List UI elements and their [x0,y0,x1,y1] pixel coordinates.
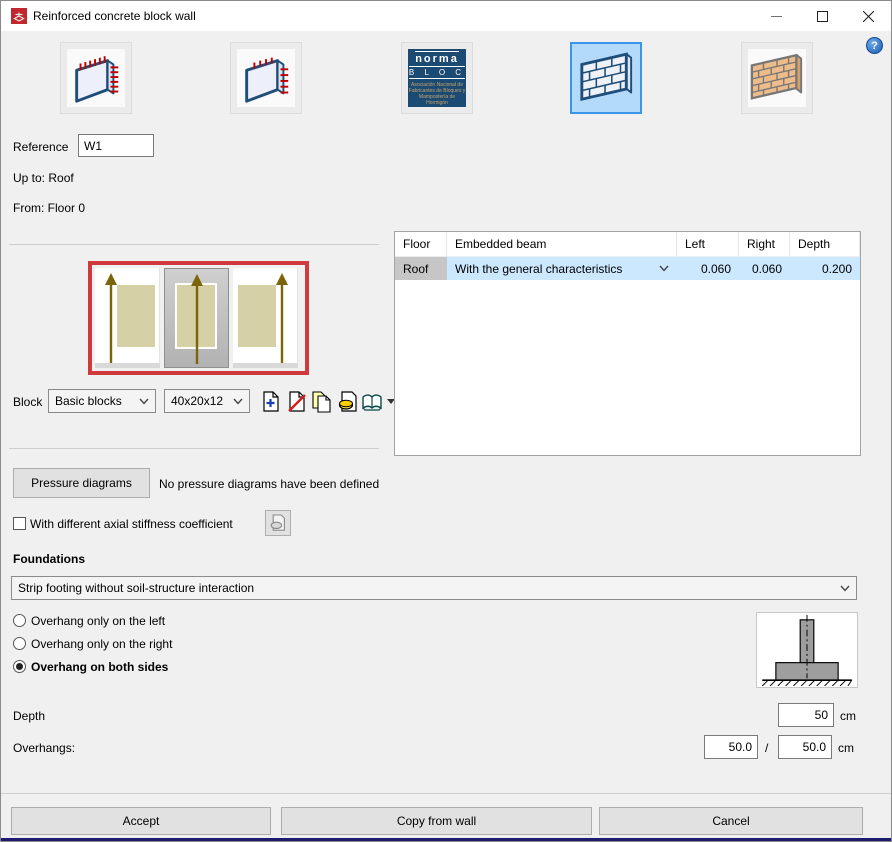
up-to-label: Up to: Roof [13,171,74,185]
col-depth: Depth [790,232,860,256]
up-arrow-icon [276,273,288,363]
row-depth-cell[interactable]: 0.200 [790,257,860,280]
block-add-button[interactable] [258,389,283,414]
depth-input[interactable] [778,703,834,727]
radio-dot [16,663,23,670]
wall-rect [238,285,276,347]
separator-footer [1,793,891,794]
block-stamp-button[interactable] [335,389,360,414]
axial-stiffness-checkbox[interactable] [13,517,26,530]
row-floor-cell[interactable]: Roof [395,257,447,280]
reference-label: Reference [13,140,69,154]
pressure-status-text: No pressure diagrams have been defined [159,477,380,491]
reinforced-wall-3d-b-icon [237,49,295,107]
up-arrow-icon [191,274,203,364]
window-bottom-border [1,838,891,841]
close-button[interactable] [845,1,891,31]
radio-overhang-right[interactable] [13,637,26,650]
row-beam-select[interactable]: With the general characteristics [447,257,677,280]
chevron-down-icon [139,398,149,405]
from-label: From: Floor 0 [13,201,86,215]
overhangs-unit: cm [838,741,854,755]
radio-overhang-right-label: Overhang only on the right [31,637,173,651]
help-icon[interactable]: ? [866,37,883,54]
add-page-icon [262,390,279,412]
embedded-beam-table: Floor Embedded beam Left Right Depth Roo… [394,231,861,456]
row-right-cell[interactable]: 0.060 [739,257,790,280]
delete-page-icon [287,390,306,412]
minimize-button[interactable] [753,1,799,31]
chevron-down-icon [840,585,850,592]
block-delete-button[interactable] [284,389,309,414]
chevron-down-icon [233,398,243,405]
normabloc-subtext: Asociación Nacional de Fabricantes de Bl… [408,81,466,106]
wall-type-brick-button[interactable] [741,42,813,114]
wall-rect [117,285,155,347]
radio-overhang-both[interactable] [13,660,26,673]
block-type-select[interactable]: Basic blocks [48,389,156,413]
row-left-cell[interactable]: 0.060 [677,257,739,280]
table-header: Floor Embedded beam Left Right Depth [395,232,860,257]
cancel-button[interactable]: Cancel [599,807,863,835]
axial-stamp-button[interactable] [265,510,291,536]
app-icon [11,8,27,24]
window-controls [753,1,891,31]
col-floor: Floor [395,232,447,256]
orientation-center-option[interactable] [164,268,229,368]
block-library-button[interactable] [361,389,395,414]
window-title: Reinforced concrete block wall [33,9,196,23]
copy-pages-icon [311,390,331,413]
normabloc-logo: norma B L O C Asociación Nacional de Fab… [408,49,466,107]
stamp-page-disabled-icon [270,514,285,531]
foundations-title: Foundations [13,552,85,566]
separator-top [9,244,379,245]
wall-type-normabloc-button[interactable]: norma B L O C Asociación Nacional de Fab… [401,42,473,114]
reinforced-wall-3d-a-icon [67,49,125,107]
normabloc-line1: norma [415,50,459,65]
depth-unit: cm [840,709,856,723]
foundation-type-select[interactable]: Strip footing without soil-structure int… [11,576,857,600]
overhangs-label: Overhangs: [13,741,76,755]
accept-button[interactable]: Accept [11,807,271,835]
block-size-select[interactable]: 40x20x12 [164,389,250,413]
col-embedded-beam: Embedded beam [447,232,677,256]
titlebar: Reinforced concrete block wall [1,1,891,31]
radio-overhang-both-label: Overhang on both sides [31,660,169,674]
separator-block [9,448,379,449]
col-right: Right [739,232,790,256]
orientation-left-option[interactable] [95,268,160,368]
overhang-right-input[interactable] [778,735,832,759]
radio-overhang-left[interactable] [13,614,26,627]
orientation-right-option[interactable] [233,268,298,368]
block-label: Block [13,395,43,409]
reference-input[interactable] [78,134,154,157]
wall-type-reinforced-a-button[interactable] [60,42,132,114]
copy-from-wall-button[interactable]: Copy from wall [281,807,592,835]
maximize-button[interactable] [799,1,845,31]
wall-type-reinforced-b-button[interactable] [230,42,302,114]
footing-section-icon [761,614,853,686]
col-left: Left [677,232,739,256]
block-copy-button[interactable] [309,389,334,414]
orientation-selector [88,261,309,375]
overhang-left-input[interactable] [704,735,758,759]
pressure-diagrams-button[interactable]: Pressure diagrams [13,468,150,498]
strip-footing-diagram [756,612,858,688]
depth-label: Depth [13,709,46,723]
wall-type-concrete-block-button[interactable] [570,42,642,114]
chevron-down-icon [659,265,669,272]
stamp-page-icon [338,390,357,412]
table-row: Roof With the general characteristics 0.… [395,257,860,280]
axial-stiffness-label: With different axial stiffness coefficie… [30,517,233,531]
library-book-icon [362,393,382,411]
overhangs-separator: / [765,741,769,755]
dialog-reinforced-concrete-block-wall: Reinforced concrete block wall ? norma B… [0,0,892,842]
radio-overhang-left-label: Overhang only on the left [31,614,166,628]
normabloc-line2: B L O C [408,65,466,79]
up-arrow-icon [105,273,117,363]
brick-wall-icon [748,49,806,107]
concrete-block-wall-icon [577,49,635,107]
